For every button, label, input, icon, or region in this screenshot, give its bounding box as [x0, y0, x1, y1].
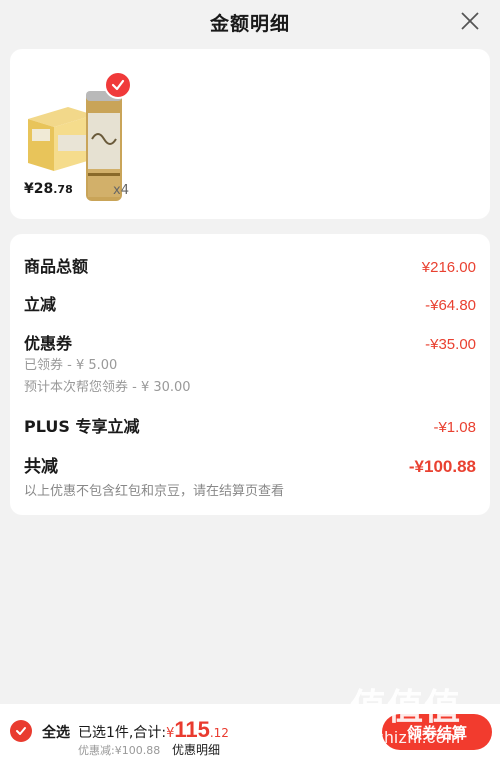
plus-discount-label: PLUS 专享立减 — [24, 417, 140, 436]
quantity: x4 — [113, 183, 129, 198]
saved-amount: 优惠减:¥100.88 — [78, 744, 161, 757]
checkout-bar: 全选 已选1件,合计:¥115.12 优惠减:¥100.88 优惠明细 领券结算 — [0, 704, 500, 758]
amount-detail-card: 商品总额 ¥216.00 立减 -¥64.80 优惠券 -¥35.00 已领券 … — [10, 234, 490, 515]
header: 金额明细 — [0, 0, 500, 44]
plus-discount-value: -¥1.08 — [433, 419, 476, 436]
total-saved-label: 共减 — [24, 457, 58, 477]
discount-detail-link[interactable]: 优惠明细 — [172, 741, 220, 758]
coupon-claimed: 已领券 - ¥ 5.00 — [24, 358, 118, 373]
checkout-button[interactable]: 领券结算 — [382, 714, 492, 750]
coupon-row: 优惠券 -¥35.00 — [24, 330, 476, 354]
goods-total-value: ¥216.00 — [421, 259, 476, 276]
coupon-label: 优惠券 — [24, 334, 73, 353]
total-saved-row: 共减 -¥100.88 — [24, 452, 476, 477]
select-all-check-icon[interactable] — [10, 720, 32, 742]
page-title: 金额明细 — [209, 12, 290, 35]
discount-note: 以上优惠不包含红包和京豆，请在结算页查看 — [24, 484, 285, 499]
goods-total-label: 商品总额 — [24, 257, 89, 276]
total-amount: 115 — [174, 717, 210, 742]
coupon-value: -¥35.00 — [425, 336, 476, 353]
instant-discount-row: 立减 -¥64.80 — [24, 291, 476, 315]
instant-discount-value: -¥64.80 — [425, 297, 476, 314]
coupon-estimated: 预计本次帮您领券 - ¥ 30.00 — [24, 380, 191, 395]
selected-check-icon[interactable] — [104, 71, 132, 99]
order-total: 已选1件,合计:¥115.12 — [78, 717, 229, 743]
total-cents: .12 — [209, 726, 229, 740]
instant-discount-label: 立减 — [24, 295, 57, 314]
unit-price: ¥28.78 — [24, 181, 73, 197]
summary-prefix: 已选1件,合计: — [78, 725, 167, 741]
plus-discount-row: PLUS 专享立减 -¥1.08 — [24, 413, 476, 437]
close-icon[interactable] — [458, 9, 482, 33]
select-all-label[interactable]: 全选 — [42, 722, 70, 742]
product-card: ¥28.78 x4 — [10, 49, 490, 219]
total-saved-value: -¥100.88 — [408, 457, 476, 476]
goods-total-row: 商品总额 ¥216.00 — [24, 253, 476, 277]
